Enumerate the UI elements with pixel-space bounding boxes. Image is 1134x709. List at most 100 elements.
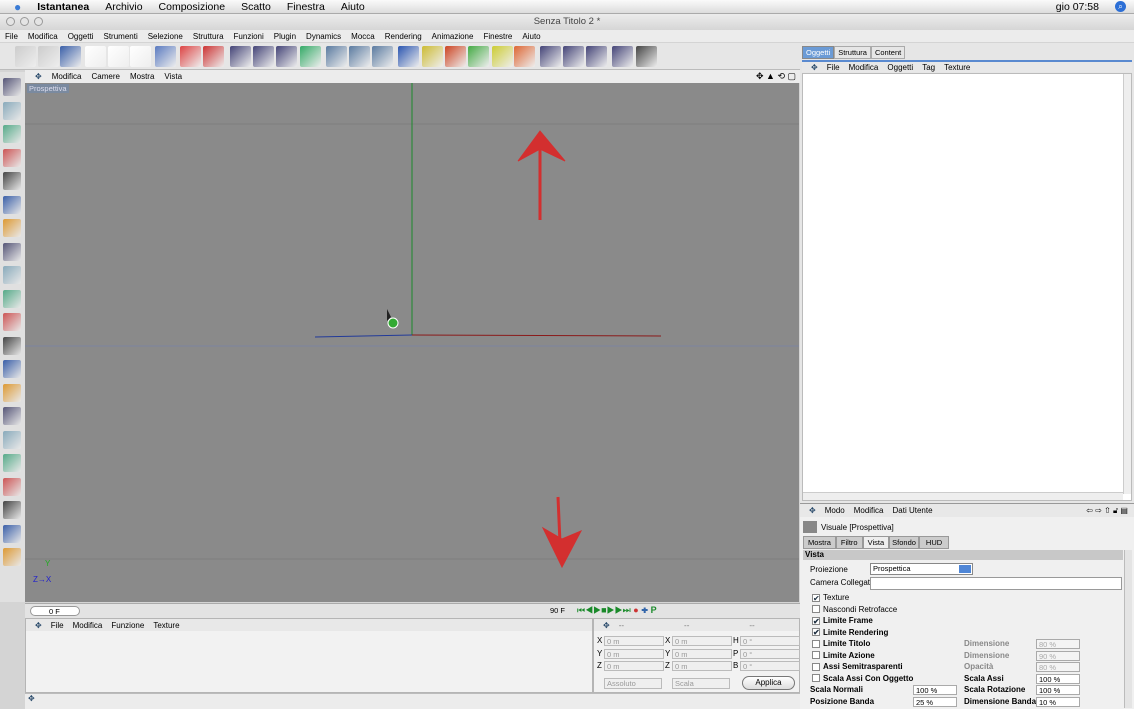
tab-content[interactable]: Content: [870, 46, 906, 59]
minimize-button[interactable]: [20, 17, 29, 26]
viewport-nav-icons[interactable]: ✥ ▲ ⟲ ▢: [756, 71, 796, 82]
om-menu[interactable]: Modifica: [849, 63, 879, 72]
timeline[interactable]: 0 F 90 F ⏮◀▶■▶▶⏭ ● ✚ P: [25, 603, 800, 618]
left-tool-icon[interactable]: [3, 148, 21, 167]
proiezione-select[interactable]: Prospettica: [870, 563, 973, 575]
toolbar-tool-icon[interactable]: [349, 46, 370, 67]
checkbox-icon[interactable]: ✔: [812, 593, 820, 602]
checkbox-1[interactable]: Nascondi Retrofacce: [812, 605, 897, 614]
toolbar-tool-icon[interactable]: [422, 46, 443, 67]
left-tool-icon[interactable]: [3, 407, 21, 425]
left-tool-icon[interactable]: [3, 219, 21, 237]
nav-icons[interactable]: ⇦ ⇨ ⇧ 🔓︎ ▤: [1086, 506, 1128, 516]
apply-button[interactable]: Applica: [742, 676, 795, 690]
toolbar-tool-icon[interactable]: [300, 46, 321, 67]
menu-finestra[interactable]: Finestra: [287, 1, 325, 13]
tab-oggetti[interactable]: Oggetti: [802, 46, 835, 59]
left-tool-icon[interactable]: [3, 524, 21, 543]
toolbar-tool-icon[interactable]: [155, 46, 176, 67]
checkbox-2[interactable]: ✔ Limite Frame: [812, 616, 873, 625]
apple-icon[interactable]: ●: [14, 0, 21, 14]
checkbox-icon[interactable]: [812, 662, 820, 671]
menu-item[interactable]: Struttura: [193, 32, 224, 41]
toolbar-tool-icon[interactable]: [326, 46, 347, 67]
percent-field[interactable]: 90 %: [1036, 650, 1080, 661]
tab-struttura[interactable]: Struttura: [834, 46, 871, 59]
checkbox-icon[interactable]: [812, 674, 820, 682]
am-menu[interactable]: Modo: [825, 506, 845, 515]
menu-scatto[interactable]: Scatto: [241, 1, 271, 13]
menu-item[interactable]: Modifica: [28, 32, 58, 41]
tab-sfondo[interactable]: Sfondo: [889, 536, 919, 549]
left-tool-icon[interactable]: [3, 78, 21, 96]
coord-field[interactable]: 0 °: [740, 648, 800, 659]
coord-field[interactable]: 0 °: [740, 661, 800, 671]
viewport-menu[interactable]: Vista: [164, 72, 182, 81]
checkbox-7[interactable]: Scala Assi Con Oggetto: [812, 674, 913, 683]
left-tool-icon[interactable]: [3, 195, 21, 214]
left-tool-icon[interactable]: [3, 454, 21, 472]
object-list[interactable]: [802, 73, 1132, 501]
menu-item[interactable]: Strumenti: [103, 32, 137, 41]
toolbar-tool-icon[interactable]: [130, 46, 151, 67]
left-tool-icon[interactable]: [3, 430, 21, 449]
left-tool-icon[interactable]: [3, 242, 21, 261]
camera-field[interactable]: [870, 577, 1122, 590]
move-icon[interactable]: ✥: [809, 506, 816, 515]
mm-menu[interactable]: File: [51, 621, 64, 630]
toolbar-tool-icon[interactable]: [85, 46, 106, 67]
checkbox-icon[interactable]: ✔: [812, 628, 820, 637]
coord-field[interactable]: 0 m: [672, 648, 732, 659]
menu-app[interactable]: Istantanea: [37, 1, 89, 13]
coord-field[interactable]: 0 m: [604, 661, 664, 671]
left-tool-icon[interactable]: [3, 548, 21, 566]
left-tool-icon[interactable]: [3, 172, 21, 190]
left-tool-icon[interactable]: [3, 501, 21, 519]
tab-filtro[interactable]: Filtro: [835, 536, 863, 549]
menu-item[interactable]: Rendering: [385, 32, 422, 41]
menu-item[interactable]: Dynamics: [306, 32, 341, 41]
toolbar-tool-icon[interactable]: [586, 46, 607, 67]
current-frame[interactable]: 0 F: [30, 606, 80, 616]
viewport-menu[interactable]: Mostra: [130, 72, 154, 81]
percent-field[interactable]: 10 %: [1036, 696, 1080, 707]
checkbox-0[interactable]: ✔ Texture: [812, 593, 849, 602]
menu-item[interactable]: Funzioni: [234, 32, 264, 41]
om-menu[interactable]: Tag: [922, 63, 935, 72]
om-menu[interactable]: File: [827, 63, 840, 72]
menu-item[interactable]: Mocca: [351, 32, 375, 41]
attr-scrollbar[interactable]: [1124, 550, 1132, 708]
toolbar-tool-icon[interactable]: [540, 46, 561, 67]
toolbar-tool-icon[interactable]: [492, 46, 513, 67]
coord-field[interactable]: 0 m: [604, 648, 664, 659]
toolbar-tool-icon[interactable]: [514, 46, 535, 67]
percent-field[interactable]: 80 %: [1036, 639, 1080, 649]
viewport-menu[interactable]: Camere: [92, 72, 120, 81]
left-tool-icon[interactable]: [3, 477, 21, 496]
menu-item[interactable]: Oggetti: [68, 32, 94, 41]
toolbar-tool-icon[interactable]: [60, 46, 81, 67]
move-icon[interactable]: ✥: [35, 72, 42, 81]
menu-item[interactable]: Aiuto: [522, 32, 540, 41]
toolbar-tool-icon[interactable]: [38, 46, 59, 67]
coord-field[interactable]: 0 m: [672, 636, 732, 646]
checkbox-4[interactable]: Limite Titolo: [812, 639, 870, 648]
menu-composizione[interactable]: Composizione: [159, 1, 226, 13]
mm-menu[interactable]: Modifica: [73, 621, 103, 630]
left-tool-icon[interactable]: [3, 383, 21, 402]
toolbar-tool-icon[interactable]: [398, 46, 419, 67]
toolbar-tool-icon[interactable]: [108, 46, 129, 67]
tab-vista[interactable]: Vista: [862, 536, 890, 549]
left-tool-icon[interactable]: [3, 101, 21, 120]
viewport-menu[interactable]: Modifica: [52, 72, 82, 81]
menu-item[interactable]: Finestre: [483, 32, 512, 41]
toolbar-tool-icon[interactable]: [230, 46, 251, 67]
left-tool-icon[interactable]: [3, 289, 21, 308]
toolbar-tool-icon[interactable]: [15, 46, 36, 67]
toolbar-tool-icon[interactable]: [253, 46, 274, 67]
checkbox-6[interactable]: Assi Semitrasparenti: [812, 662, 903, 671]
checkbox-icon[interactable]: ✔: [812, 616, 820, 625]
toolbar-tool-icon[interactable]: [276, 46, 297, 67]
om-menu[interactable]: Texture: [944, 63, 970, 72]
menu-item[interactable]: File: [5, 32, 18, 41]
